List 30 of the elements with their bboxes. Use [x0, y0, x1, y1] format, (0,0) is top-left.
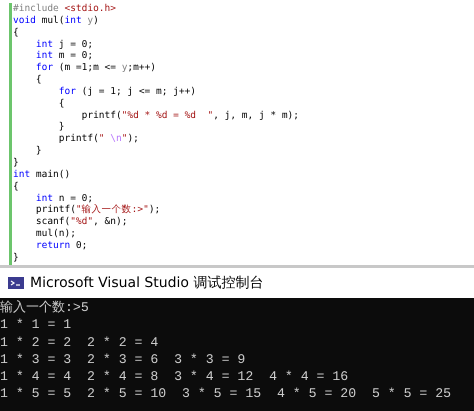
code-line: }	[58, 121, 66, 134]
console-output-line: 1 * 1 = 1	[0, 316, 72, 334]
console-icon	[8, 277, 24, 289]
code-line: printf(" \n");	[58, 133, 140, 146]
console-output-line: 1 * 5 = 5 2 * 5 = 10 3 * 5 = 15 4 * 5 = 20 5 * 5 = 25	[0, 385, 452, 403]
code-line: #include <stdio.h>	[13, 3, 117, 15]
console-title: Microsoft Visual Studio 调试控制台	[30, 274, 264, 292]
code-line: {	[13, 180, 20, 192]
code-line: {	[34, 74, 43, 86]
code-line: int n = 0;	[34, 192, 94, 204]
code-line: {	[13, 26, 20, 39]
console-output-line: 输入一个数:>5	[0, 299, 90, 316]
code-line: int main()	[13, 168, 72, 181]
console-output-line: 1 * 2 = 2 2 * 2 = 4	[0, 334, 160, 351]
code-line: void mul(int y)	[13, 14, 100, 27]
code-line: return 0;	[34, 240, 88, 252]
code-line: }	[13, 252, 20, 264]
code-line: {	[58, 98, 66, 110]
code-line: mul(n);	[34, 228, 77, 240]
code-line: printf("%d * %d = %d ", j, m, j * m);	[80, 110, 299, 122]
code-line: scanf("%d", &n);	[34, 216, 128, 228]
console-output-line: 1 * 3 = 3 2 * 3 = 6 3 * 3 = 9	[0, 350, 246, 368]
code-line: for (j = 1; j <= m; j++)	[58, 86, 198, 98]
code-line: printf("输入一个数:>");	[34, 204, 162, 216]
console-output-line: 1 * 4 = 4 2 * 4 = 8 3 * 4 = 12 4 * 4 = 16	[0, 368, 350, 386]
code-line: int m = 0;	[34, 50, 94, 62]
code-line: }	[13, 156, 20, 169]
code-line: int j = 0;	[34, 38, 94, 50]
code-line: for (m =1;m <= y;m++)	[34, 62, 158, 74]
code-line: }	[34, 145, 43, 157]
